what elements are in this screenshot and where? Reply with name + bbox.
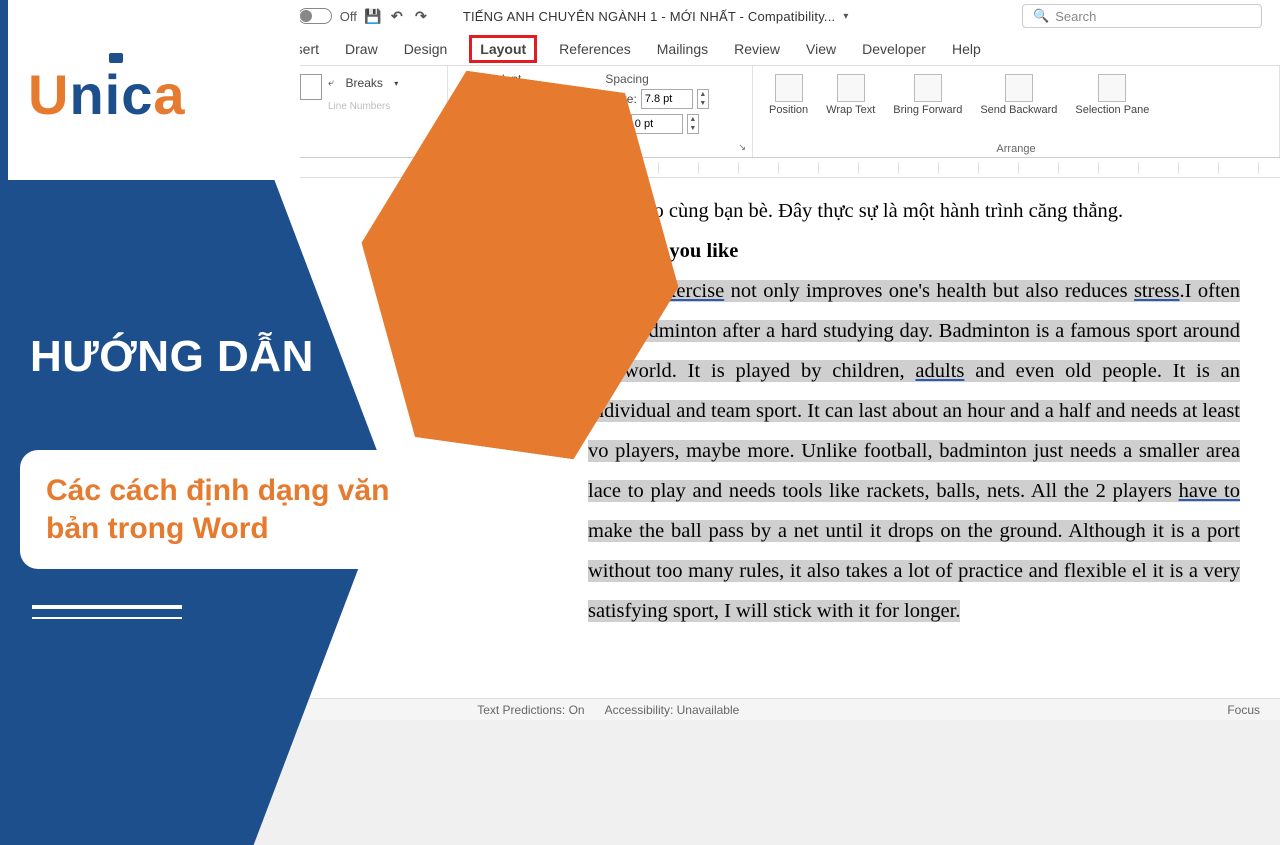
tab-review[interactable]: Review [730, 35, 784, 63]
breaks-button[interactable]: ⤶ Breaks ▾ [328, 72, 408, 94]
decorative-underline [32, 605, 182, 609]
spacing-heading: Spacing [605, 72, 648, 86]
save-icon[interactable]: 💾 [365, 8, 381, 24]
tab-view[interactable]: View [802, 35, 840, 63]
undo-icon[interactable]: ↶ [389, 8, 405, 24]
position-button[interactable]: Position [763, 70, 814, 120]
spacing-before-input[interactable] [641, 89, 693, 109]
line-numbers-button[interactable]: Line Numbers [328, 95, 408, 117]
unica-logo: Unica [28, 62, 186, 127]
ribbon-panel: ⤶ Breaks ▾ Line Numbers Indent Spacing ⇥… [258, 66, 1280, 158]
overlay-subtitle-card: Các cách định dạng văn bản trong Word [20, 450, 440, 569]
status-text-predictions[interactable]: Text Predictions: On [477, 703, 584, 717]
status-focus[interactable]: Focus [1227, 703, 1260, 717]
left-edge-strip [0, 0, 8, 720]
document-title: TIẾNG ANH CHUYÊN NGÀNH 1 - MỚI NHẤT - Co… [463, 9, 836, 24]
tab-layout[interactable]: Layout [469, 35, 537, 63]
group-arrange: Position Wrap Text Bring Forward Send Ba… [753, 66, 1280, 157]
tab-help[interactable]: Help [948, 35, 985, 63]
doc-selection: Playing exercise not only improves one's… [588, 280, 1240, 622]
wrap-text-button[interactable]: Wrap Text [820, 70, 881, 120]
search-placeholder: Search [1055, 9, 1096, 24]
redo-icon[interactable]: ↷ [413, 8, 429, 24]
quick-access-toolbar: ve Off 💾 ↶ ↷ TIẾNG ANH CHUYÊN NGÀNH 1 - … [258, 0, 1280, 32]
selection-pane-button[interactable]: Selection Pane [1069, 70, 1155, 120]
document-body: động nào cùng bạn bè. Đây thực sự là một… [588, 192, 1240, 632]
autosave-toggle[interactable] [298, 8, 332, 24]
overlay-title: HƯỚNG DẪN [30, 332, 314, 382]
tab-mailings[interactable]: Mailings [653, 35, 712, 63]
spacing-after-spinner[interactable]: ▲▼ [687, 114, 699, 134]
spacing-before-spinner[interactable]: ▲▼ [697, 89, 709, 109]
overlay-subtitle: Các cách định dạng văn bản trong Word [46, 472, 414, 547]
tab-developer[interactable]: Developer [858, 35, 930, 63]
send-backward-button[interactable]: Send Backward [974, 70, 1063, 120]
bring-forward-button[interactable]: Bring Forward [887, 70, 968, 120]
tab-design[interactable]: Design [400, 35, 452, 63]
spacing-after-input[interactable] [631, 114, 683, 134]
arrange-group-label: Arrange [753, 143, 1279, 155]
status-accessibility[interactable]: Accessibility: Unavailable [605, 703, 740, 717]
search-input[interactable]: 🔍 Search [1022, 4, 1262, 28]
autosave-off-label: Off [340, 9, 357, 24]
ribbon-tabs: Insert Draw Design Layout References Mai… [258, 32, 1280, 66]
title-dropdown-icon[interactable]: ▾ [843, 11, 848, 22]
tab-references[interactable]: References [555, 35, 635, 63]
doc-line-0: động nào cùng bạn bè. Đây thực sự là một… [588, 200, 1123, 222]
tab-draw[interactable]: Draw [341, 35, 382, 63]
status-bar: Text Predictions: On Accessibility: Unav… [258, 698, 1280, 720]
orientation-icon[interactable] [300, 74, 322, 100]
search-icon: 🔍 [1033, 8, 1049, 24]
